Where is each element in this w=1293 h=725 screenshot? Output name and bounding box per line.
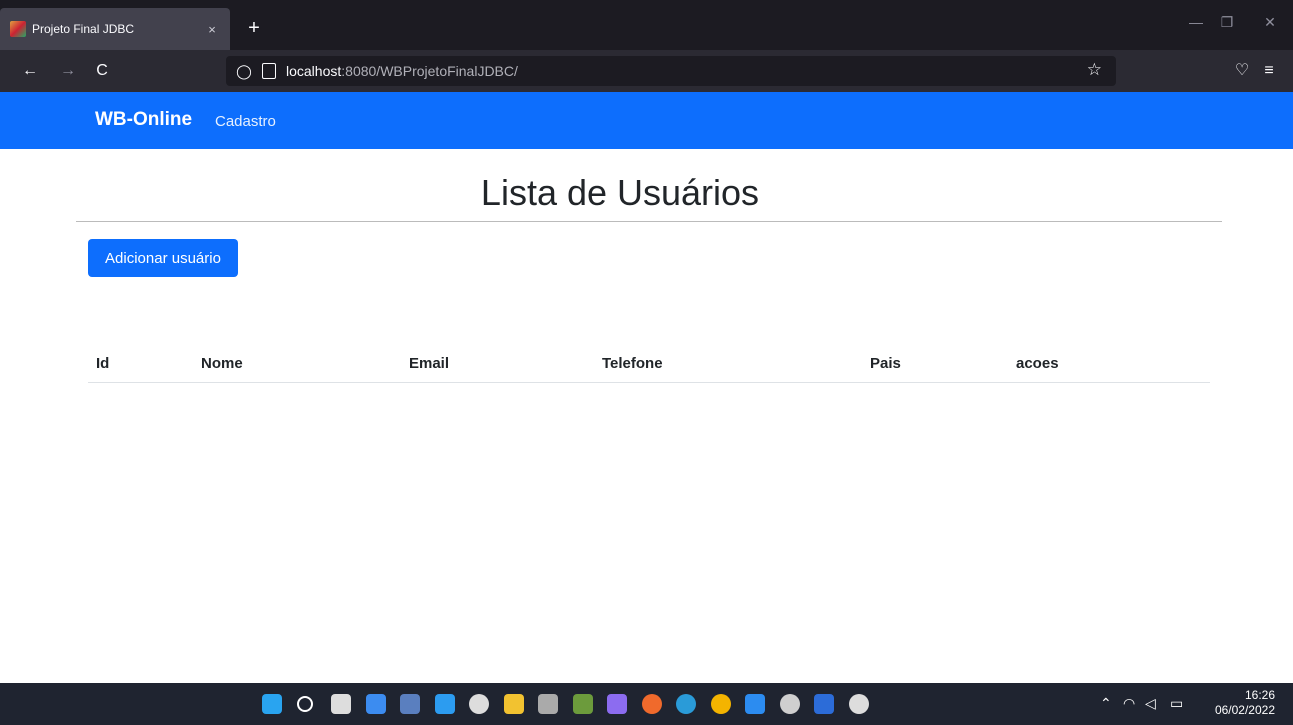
brand-link[interactable]: WB-Online: [95, 109, 192, 131]
taskbar: ⌃ ◠ ◁ ▭ 16:26 06/02/2022: [0, 683, 1293, 725]
eclipse-icon[interactable]: [469, 694, 489, 714]
eclipse-ide-icon[interactable]: [538, 694, 558, 714]
settings-icon[interactable]: [779, 694, 800, 714]
tab-favicon-icon: [10, 21, 26, 37]
firefox-icon[interactable]: [641, 694, 662, 714]
clock-date: 06/02/2022: [1214, 703, 1275, 717]
task-view-icon[interactable]: [331, 694, 351, 714]
table-header-row: Id Nome Email Telefone Pais acoes: [88, 346, 1210, 383]
close-window-button[interactable]: ✕: [1255, 14, 1285, 31]
sql-icon[interactable]: [400, 694, 420, 714]
column-header-nome: Nome: [193, 346, 401, 383]
browser-toolbar: ← → C ◯ localhost:8080/WBProjetoFinalJDB…: [0, 50, 1293, 92]
wifi-icon[interactable]: ◠: [1123, 695, 1135, 712]
column-header-acoes: acoes: [1008, 346, 1210, 383]
chrome-icon[interactable]: [710, 694, 731, 714]
vscode-icon[interactable]: [434, 694, 455, 714]
explorer-icon[interactable]: [503, 694, 524, 714]
url-path: :8080/WBProjetoFinalJDBC/: [341, 63, 518, 79]
shield-icon[interactable]: ◯: [236, 63, 252, 80]
browser-tab[interactable]: Projeto Final JDBC ×: [0, 8, 230, 50]
column-header-email: Email: [401, 346, 594, 383]
nav-link-cadastro[interactable]: Cadastro: [215, 113, 276, 130]
column-header-telefone: Telefone: [594, 346, 862, 383]
volume-icon[interactable]: ◁: [1145, 695, 1156, 712]
restore-button[interactable]: ❐: [1212, 14, 1242, 31]
new-tab-button[interactable]: +: [242, 17, 266, 41]
widgets-icon[interactable]: [365, 694, 386, 714]
add-user-button[interactable]: Adicionar usuário: [88, 239, 238, 277]
snip-icon[interactable]: [607, 694, 627, 714]
tab-close-icon[interactable]: ×: [202, 22, 222, 37]
bookmark-star-icon[interactable]: ☆: [1087, 60, 1102, 80]
forward-button[interactable]: →: [56, 59, 80, 83]
browser-tabstrip: Projeto Final JDBC × + — ❐ ✕: [0, 0, 1293, 50]
page-title: Lista de Usuários: [480, 172, 760, 213]
clock[interactable]: 16:26 06/02/2022: [1215, 688, 1275, 718]
chevron-up-icon[interactable]: ⌃: [1100, 695, 1112, 712]
app-navbar: WB-Online Cadastro: [0, 92, 1293, 149]
sourcetree-icon[interactable]: [814, 694, 834, 714]
search-icon[interactable]: [296, 696, 313, 712]
mail-icon[interactable]: [745, 694, 765, 714]
column-header-id: Id: [88, 346, 193, 383]
url-host: localhost: [286, 63, 342, 79]
minimize-button[interactable]: —: [1181, 14, 1211, 30]
tab-title: Projeto Final JDBC: [32, 22, 135, 36]
title-divider: [76, 221, 1222, 222]
menu-icon[interactable]: ≡: [1257, 59, 1281, 83]
notepad-icon[interactable]: [572, 694, 593, 714]
url-bar[interactable]: ◯ localhost:8080/WBProjetoFinalJDBC/ ☆: [226, 56, 1116, 86]
windows-icon[interactable]: [262, 694, 282, 714]
back-button[interactable]: ←: [18, 59, 42, 83]
edge-icon[interactable]: [676, 694, 696, 714]
reload-button[interactable]: C: [90, 59, 114, 83]
page-icon: [262, 63, 276, 79]
battery-icon[interactable]: ▭: [1170, 695, 1183, 712]
clock-time: 16:26: [1244, 688, 1275, 702]
app-icon[interactable]: [848, 694, 869, 714]
users-table: Id Nome Email Telefone Pais acoes: [88, 346, 1210, 383]
column-header-pais: Pais: [862, 346, 1008, 383]
pocket-icon[interactable]: ♡: [1230, 59, 1254, 83]
